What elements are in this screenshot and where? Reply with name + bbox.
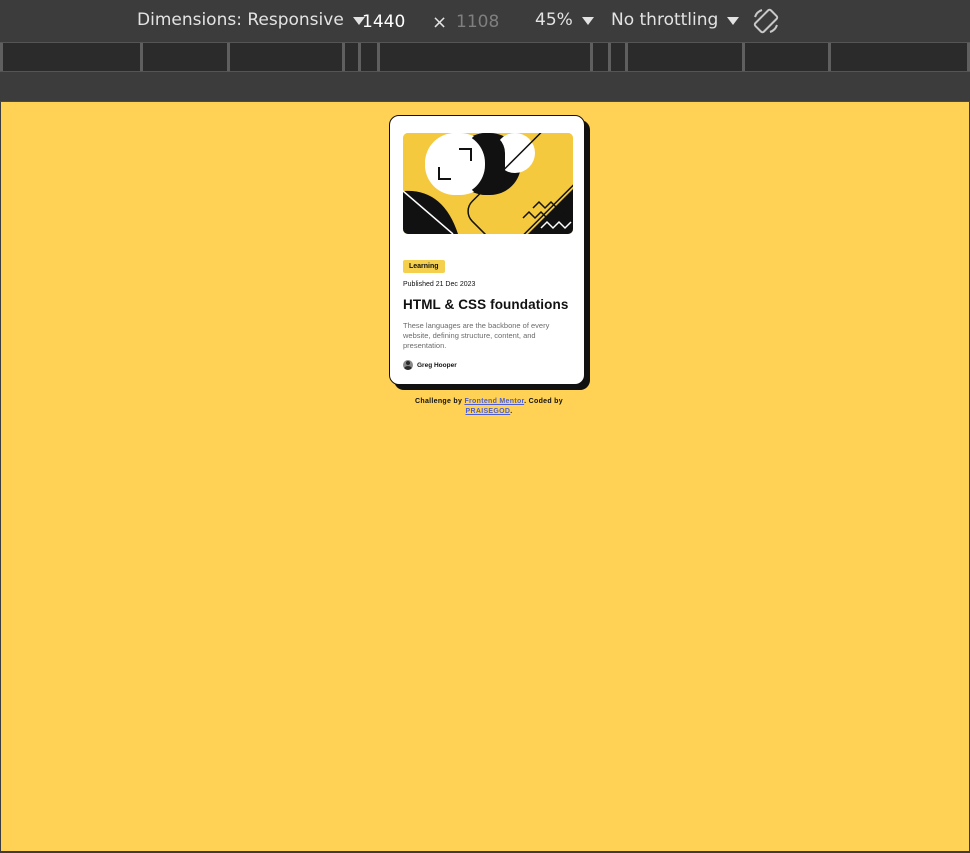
media-query-segment[interactable] — [590, 43, 593, 71]
avatar — [403, 360, 413, 370]
blog-preview-card: Learning Published 21 Dec 2023 HTML & CS… — [389, 115, 585, 385]
attribution-prefix: Challenge by — [415, 398, 465, 405]
media-query-segment[interactable] — [342, 43, 345, 71]
caret-down-icon — [581, 17, 594, 25]
media-query-segment[interactable] — [140, 43, 143, 71]
media-query-segment[interactable] — [358, 43, 361, 71]
card-description: These languages are the backbone of ever… — [403, 321, 550, 350]
attribution: Challenge by Frontend Mentor. Coded by P… — [397, 397, 581, 417]
frontend-mentor-link[interactable]: Frontend Mentor — [464, 398, 524, 405]
media-query-segment[interactable] — [227, 43, 230, 71]
author: Greg Hooper — [403, 360, 571, 370]
card-title[interactable]: HTML & CSS foundations — [403, 297, 571, 312]
times-icon: × — [432, 12, 448, 33]
throttling-dropdown[interactable]: No throttling — [611, 10, 740, 30]
height-input[interactable]: 1108 — [450, 8, 520, 36]
category-badge: Learning — [403, 260, 445, 273]
dimensions-dropdown[interactable]: Dimensions: Responsive — [137, 10, 365, 30]
media-query-segment[interactable] — [0, 43, 3, 71]
throttling-label: No throttling — [611, 10, 719, 30]
media-query-segment[interactable] — [828, 43, 831, 71]
illustration-article-icon — [403, 133, 573, 234]
ruler — [0, 72, 970, 102]
attribution-suffix: . — [510, 408, 513, 415]
page-viewport: Learning Published 21 Dec 2023 HTML & CS… — [1, 102, 969, 851]
media-query-segment[interactable] — [608, 43, 611, 71]
rotate-icon[interactable] — [751, 6, 781, 36]
media-query-segment[interactable] — [377, 43, 380, 71]
caret-down-icon — [727, 17, 740, 25]
dimensions-label: Dimensions: Responsive — [137, 10, 344, 30]
zoom-label: 45% — [535, 10, 573, 30]
author-name: Greg Hooper — [417, 361, 457, 369]
zoom-dropdown[interactable]: 45% — [535, 10, 594, 30]
author-link[interactable]: PRAISEGOD — [466, 408, 511, 415]
media-query-bar — [0, 42, 970, 72]
device-toolbar: Dimensions: Responsive 1440 × 1108 45% N… — [0, 0, 970, 42]
published-date: Published 21 Dec 2023 — [403, 281, 476, 288]
attribution-middle: . Coded by — [524, 398, 563, 405]
media-query-segment[interactable] — [742, 43, 745, 71]
media-query-segment[interactable] — [625, 43, 628, 71]
width-input[interactable]: 1440 — [356, 8, 426, 36]
